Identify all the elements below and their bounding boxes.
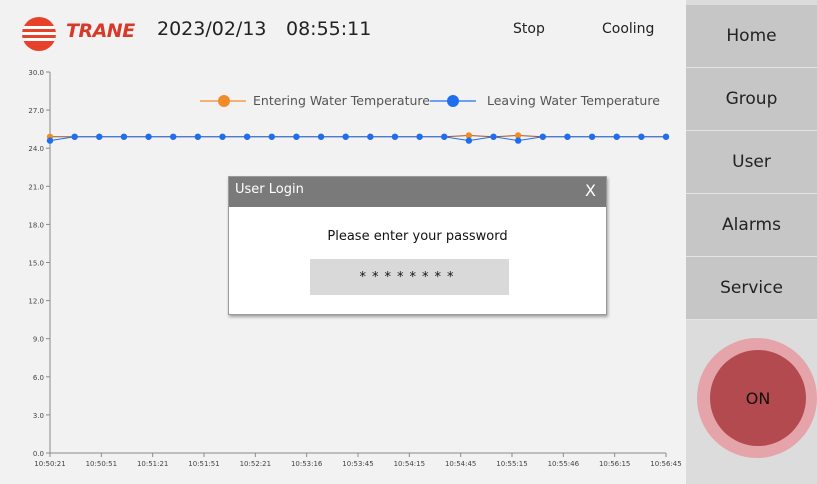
legend-label: Leaving Water Temperature xyxy=(487,93,660,108)
legend-marker xyxy=(447,95,459,107)
data-point-leaving xyxy=(243,133,251,140)
y-tick-label: 3.0 xyxy=(33,412,44,420)
series-line-leaving xyxy=(49,136,666,142)
nav-alarms-button[interactable]: Alarms xyxy=(686,194,817,257)
data-point-leaving xyxy=(96,133,103,140)
data-point-leaving xyxy=(46,137,54,144)
y-tick-label: 9.0 xyxy=(33,336,44,344)
data-point-leaving xyxy=(120,133,128,140)
data-point-leaving xyxy=(71,133,78,140)
data-point-leaving xyxy=(416,133,423,140)
x-tick-label: 10:51:21 xyxy=(137,460,168,468)
x-tick-label: 10:55:46 xyxy=(548,460,580,468)
login-dialog-titlebar: User Login X xyxy=(229,177,606,207)
nav-user-button[interactable]: User xyxy=(686,131,817,194)
data-point-leaving xyxy=(342,133,349,140)
nav-group-button[interactable]: Group xyxy=(686,68,817,131)
data-point-leaving xyxy=(662,133,670,140)
data-point-leaving xyxy=(145,133,152,140)
y-tick-label: 21.0 xyxy=(28,183,44,191)
y-tick-label: 30.0 xyxy=(28,69,44,77)
data-point-leaving xyxy=(490,133,497,140)
y-tick-label: 6.0 xyxy=(33,374,44,382)
legend-label: Entering Water Temperature xyxy=(253,93,430,108)
data-point-leaving xyxy=(638,133,645,140)
y-tick-label: 18.0 xyxy=(28,221,44,229)
data-point-leaving xyxy=(391,133,399,140)
x-tick-label: 10:54:15 xyxy=(394,460,425,468)
close-icon[interactable]: X xyxy=(585,181,596,200)
x-tick-label: 10:56:45 xyxy=(650,460,681,468)
data-point-leaving xyxy=(514,137,522,144)
data-point-leaving xyxy=(268,133,275,140)
password-mask: ******** xyxy=(359,269,460,285)
data-point-leaving xyxy=(613,133,620,140)
data-point-leaving xyxy=(367,133,374,140)
data-point-leaving xyxy=(219,133,226,140)
y-tick-label: 12.0 xyxy=(28,298,44,306)
x-tick-label: 10:50:21 xyxy=(34,460,65,468)
y-tick-label: 27.0 xyxy=(28,107,44,115)
data-point-leaving xyxy=(317,133,325,140)
nav-home-button[interactable]: Home xyxy=(686,5,817,68)
login-dialog: User Login X Please enter your password … xyxy=(228,176,607,315)
nav-service-button[interactable]: Service xyxy=(686,257,817,320)
x-tick-label: 10:53:45 xyxy=(342,460,373,468)
legend-marker xyxy=(218,95,230,107)
y-tick-label: 0.0 xyxy=(33,450,44,458)
y-tick-label: 24.0 xyxy=(28,145,44,153)
password-prompt: Please enter your password xyxy=(327,229,508,244)
x-tick-label: 10:56:15 xyxy=(599,460,630,468)
login-dialog-title: User Login xyxy=(235,182,304,197)
x-tick-label: 10:50:51 xyxy=(86,460,117,468)
x-tick-label: 10:51:51 xyxy=(188,460,219,468)
data-point-leaving xyxy=(465,137,473,144)
y-tick-label: 15.0 xyxy=(28,260,44,268)
on-button-wrap: ON xyxy=(697,338,817,458)
x-tick-label: 10:55:15 xyxy=(496,460,527,468)
on-button[interactable]: ON xyxy=(710,350,806,446)
x-tick-label: 10:54:45 xyxy=(445,460,476,468)
data-point-leaving xyxy=(194,133,202,140)
x-tick-label: 10:52:21 xyxy=(240,460,271,468)
data-point-leaving xyxy=(441,133,448,140)
x-tick-label: 10:53:16 xyxy=(291,460,323,468)
data-point-leaving xyxy=(564,133,571,140)
password-input[interactable]: ******** xyxy=(310,259,509,295)
data-point-leaving xyxy=(293,133,300,140)
data-point-leaving xyxy=(170,133,177,140)
data-point-leaving xyxy=(588,133,596,140)
data-point-leaving xyxy=(539,133,546,140)
